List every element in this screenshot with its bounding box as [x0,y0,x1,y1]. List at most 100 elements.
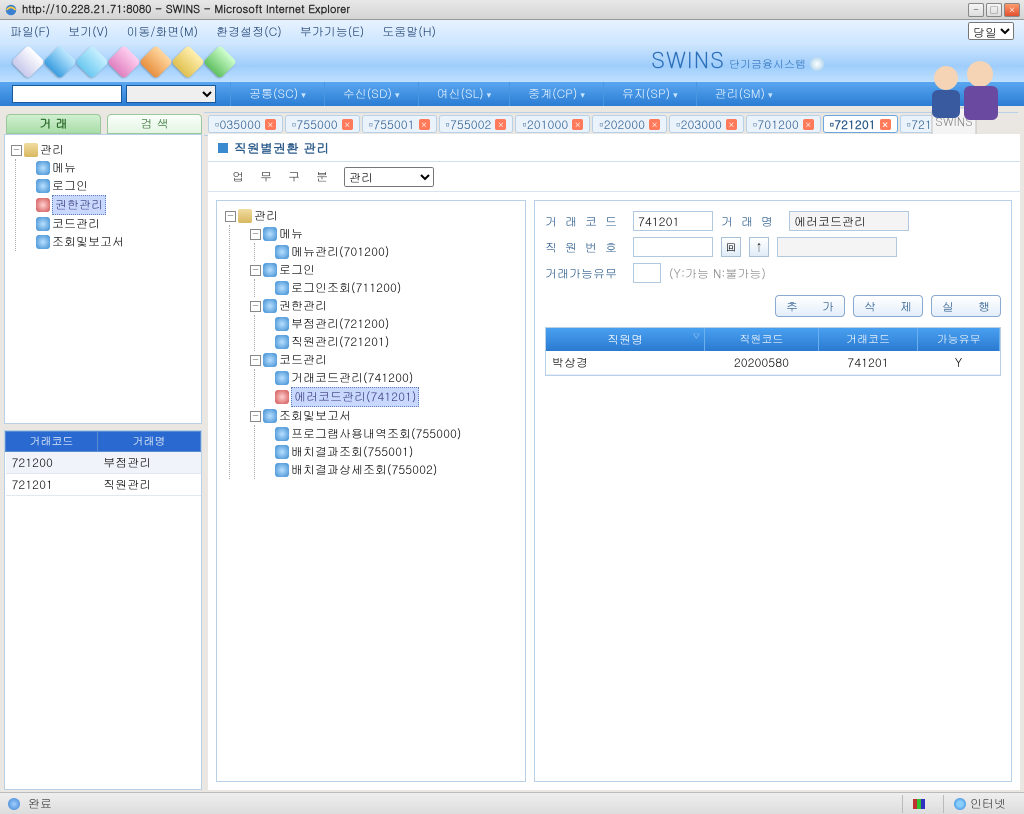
minimize-button[interactable]: – [968,3,984,17]
toolbar-icon-4[interactable] [107,45,141,79]
toolbar-icon-2[interactable] [43,45,77,79]
folder-icon [238,209,252,223]
menu-help[interactable]: 도움말(H) [382,23,436,40]
nav-input-1[interactable] [12,85,122,103]
input-trname[interactable] [789,211,909,231]
midtree-leaf[interactable]: 배치결과조회(755001) [273,443,519,461]
nav-menu-sd[interactable]: 수신(SD) [324,82,418,106]
midtree-leaf[interactable]: 부점관리(721200) [273,315,519,333]
close-tab-icon[interactable]: × [803,119,814,130]
navtree-item[interactable]: 조회및보고서 [34,233,197,251]
close-tab-icon[interactable]: × [956,119,967,130]
up-button[interactable]: ↑ [749,237,769,257]
toolbar-icon-1[interactable] [11,45,45,79]
lookup-button[interactable]: 回 [721,237,741,257]
menu-move[interactable]: 이동/화면(M) [126,23,198,40]
close-tab-icon[interactable]: × [572,119,583,130]
doc-tab-721201[interactable]: ▫721201× [823,115,898,133]
doc-tab-755001[interactable]: ▫755001× [362,115,437,133]
collapse-icon[interactable]: − [250,411,261,422]
close-tab-icon[interactable]: × [880,119,891,130]
doc-tab-755000[interactable]: ▫755000× [285,115,360,133]
globe-icon [954,798,966,810]
close-button[interactable]: × [1004,3,1020,17]
grid-h1[interactable]: 직원코드 [705,328,818,351]
collapse-icon[interactable]: − [250,229,261,240]
close-tab-icon[interactable]: × [419,119,430,130]
filter-select[interactable]: 관리 [344,167,434,187]
navtree-item[interactable]: 코드관리 [34,215,197,233]
toolbar-icon-3[interactable] [75,45,109,79]
maximize-button[interactable]: □ [986,3,1002,17]
doc-tab-202000[interactable]: ▫202000× [592,115,667,133]
code-row[interactable]: 721201직원관리 [6,474,201,496]
close-tab-icon[interactable]: × [649,119,660,130]
collapse-icon[interactable]: − [250,265,261,276]
toolbar-icon-6[interactable] [171,45,205,79]
grid-h0[interactable]: 직원명▽ [546,328,705,351]
input-empname[interactable] [777,237,897,257]
midtree-leaf[interactable]: 로그인조회(711200) [273,279,519,297]
midtree-leaf[interactable]: 메뉴관리(701200) [273,243,519,261]
toolbar-icon-7[interactable] [203,45,237,79]
nav-select-1[interactable] [126,85,216,103]
midtree-branch[interactable]: −메뉴 [248,225,519,243]
input-trcode[interactable] [633,211,713,231]
doc-tab-721200[interactable]: ▫721200× [900,115,975,133]
code-row[interactable]: 721200부점관리 [6,452,201,474]
nav-menu-sm[interactable]: 관리(SM) [696,82,791,106]
doc-tab-201000[interactable]: ▫201000× [515,115,590,133]
navtree-item[interactable]: 로그인 [34,177,197,195]
midtree-branch[interactable]: −코드관리 [248,351,519,369]
run-button[interactable]: 실 행 [931,295,1001,317]
delete-button[interactable]: 삭 제 [853,295,923,317]
close-tab-icon[interactable]: × [726,119,737,130]
doc-tab-203000[interactable]: ▫203000× [669,115,744,133]
codetbl-h1[interactable]: 거래명 [97,432,200,452]
close-tab-icon[interactable]: × [342,119,353,130]
midtree-branch[interactable]: −조회및보고서 [248,407,519,425]
navtree-item[interactable]: 권한관리 [34,195,197,215]
codetbl-h0[interactable]: 거래코드 [6,432,98,452]
leaf-icon [275,317,289,331]
menu-view[interactable]: 보기(V) [68,23,108,40]
nav-menu-sl[interactable]: 여신(SL) [418,82,510,106]
collapse-icon[interactable]: − [250,301,261,312]
navtree-item[interactable]: 메뉴 [34,159,197,177]
menu-extra[interactable]: 부가기능(E) [300,23,365,40]
close-tab-icon[interactable]: × [265,119,276,130]
midtree-leaf[interactable]: 거래코드관리(741200) [273,369,519,387]
toolbar-icon-5[interactable] [139,45,173,79]
add-button[interactable]: 추 가 [775,295,845,317]
midtree-leaf[interactable]: 배치결과상세조회(755002) [273,461,519,479]
collapse-icon[interactable]: − [11,145,22,156]
collapse-icon[interactable]: − [250,355,261,366]
midtree-branch[interactable]: −권한관리 [248,297,519,315]
menu-settings[interactable]: 환경설정(C) [216,23,282,40]
nav-menu-sc[interactable]: 공통(SC) [230,82,324,106]
menu-file[interactable]: 파일(F) [10,23,50,40]
grid-row[interactable]: 박상경20200580741201Y [546,351,1000,375]
grid-h2[interactable]: 거래코드 [818,328,918,351]
left-tab-trade[interactable]: 거 래 [6,114,101,134]
midtree-leaf[interactable]: 직원관리(721201) [273,333,519,351]
midtree-branch[interactable]: −로그인 [248,261,519,279]
doc-tab-755002[interactable]: ▫755002× [439,115,514,133]
input-empno[interactable] [633,237,713,257]
doc-tab-035000[interactable]: ▫035000× [208,115,283,133]
midtree-root-label: 관리 [254,207,278,225]
tree-root[interactable]: − 관리 [9,141,197,159]
nav-menu-sp[interactable]: 유지(SP) [603,82,696,106]
grid-h3[interactable]: 가능유무 [918,328,1000,351]
midtree-leaf[interactable]: 프로그램사용내역조회(755000) [273,425,519,443]
left-tab-search[interactable]: 검 색 [107,114,202,134]
day-select[interactable]: 당일 [968,22,1014,40]
doc-tab-701200[interactable]: ▫701200× [746,115,821,133]
leaf-selected-icon [275,390,289,404]
input-avail[interactable] [633,263,661,283]
collapse-icon[interactable]: − [225,211,236,222]
nav-menu-cp[interactable]: 중계(CP) [509,82,603,106]
midtree-leaf[interactable]: 에러코드관리(741201) [273,387,519,407]
close-tab-icon[interactable]: × [495,119,506,130]
midtree-root[interactable]: − 관리 [223,207,519,225]
